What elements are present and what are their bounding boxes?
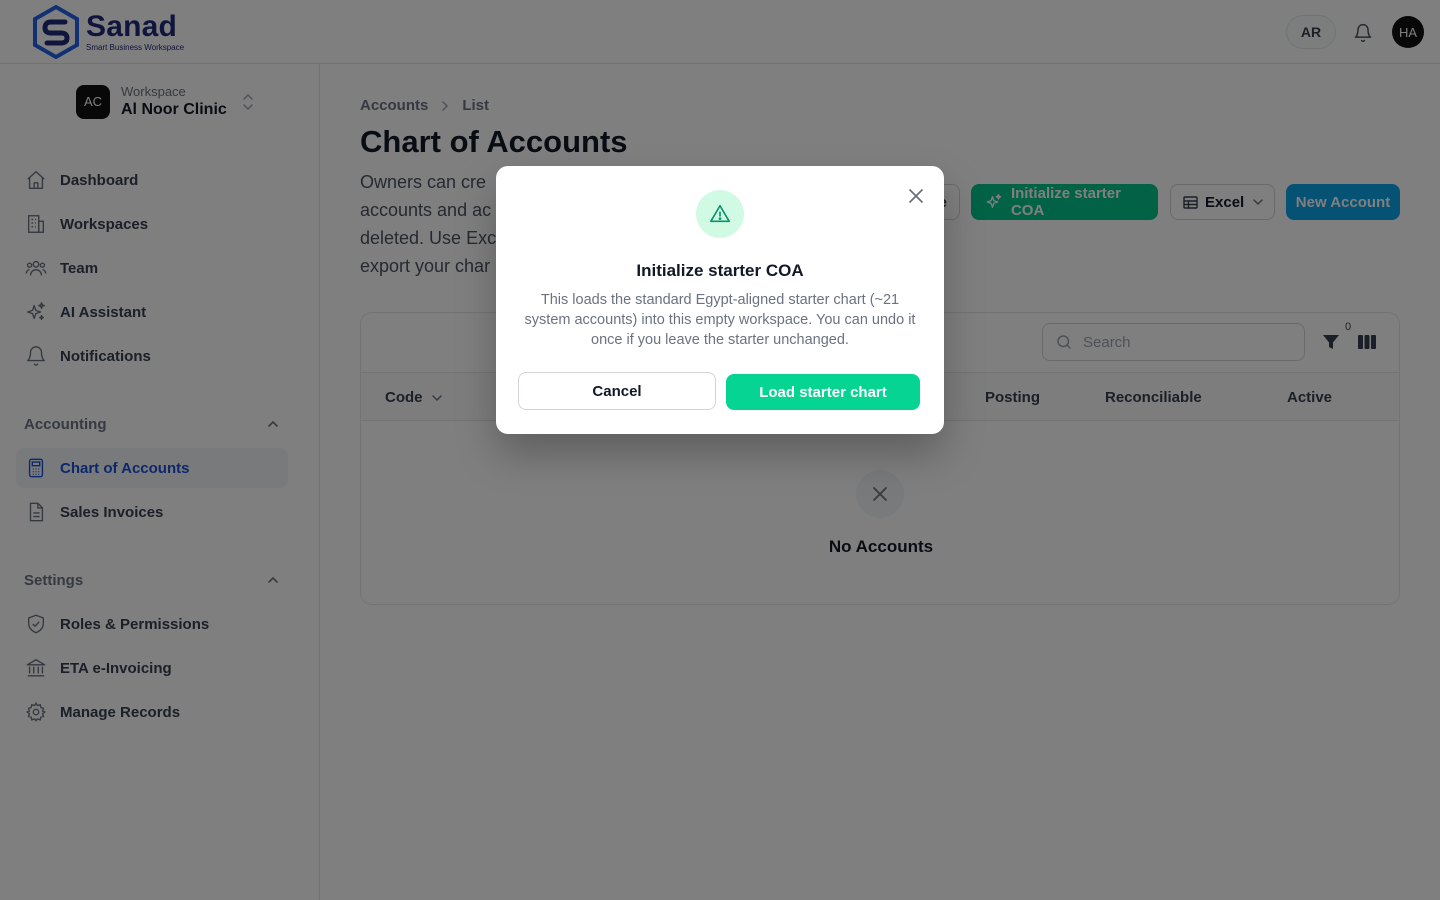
close-icon[interactable] <box>904 184 928 208</box>
initialize-coa-dialog: Initialize starter COA This loads the st… <box>496 166 944 434</box>
cancel-button[interactable]: Cancel <box>518 372 716 410</box>
dialog-title: Initialize starter COA <box>636 261 804 280</box>
load-starter-chart-button[interactable]: Load starter chart <box>726 374 920 410</box>
modal-overlay[interactable] <box>0 0 1440 900</box>
dialog-description: This loads the standard Egypt-aligned st… <box>524 292 916 348</box>
warning-triangle-icon <box>696 190 744 238</box>
